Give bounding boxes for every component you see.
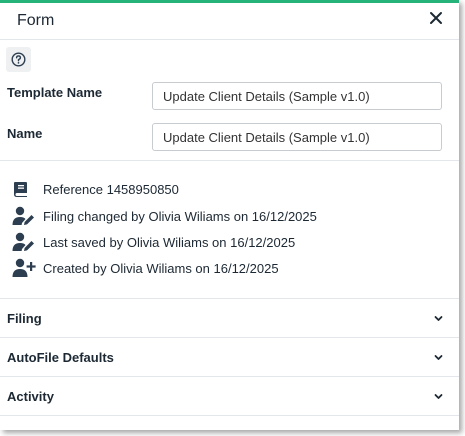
form-panel: Form Template Name Name Reference 145895…	[0, 0, 459, 430]
section-divider	[0, 415, 459, 416]
question-icon	[11, 52, 26, 67]
created-text: Created by Olivia Wiliams on 16/12/2025	[43, 260, 279, 276]
header-divider	[0, 39, 459, 40]
section-filing-label: Filing	[7, 311, 42, 326]
reference-row: Reference 1458950850	[12, 179, 179, 199]
book-icon	[12, 179, 36, 199]
created-row: Created by Olivia Wiliams on 16/12/2025	[12, 258, 279, 278]
info-divider	[0, 298, 459, 299]
name-label: Name	[7, 126, 43, 141]
user-plus-icon	[12, 258, 36, 278]
section-activity[interactable]: Activity	[0, 378, 459, 416]
close-icon[interactable]	[427, 9, 445, 27]
chevron-down-icon	[434, 316, 443, 321]
last-saved-row: Last saved by Olivia Wiliams on 16/12/20…	[12, 232, 295, 252]
section-divider	[0, 376, 459, 377]
section-filing[interactable]: Filing	[0, 300, 459, 338]
name-input[interactable]	[152, 123, 442, 151]
last-saved-text: Last saved by Olivia Wiliams on 16/12/20…	[43, 234, 296, 250]
reference-text: Reference 1458950850	[43, 181, 179, 197]
section-activity-label: Activity	[7, 389, 54, 404]
help-button[interactable]	[6, 47, 31, 72]
filing-changed-text: Filing changed by Olivia Wiliams on 16/1…	[43, 208, 317, 224]
section-autofile-label: AutoFile Defaults	[7, 350, 114, 365]
template-name-label: Template Name	[7, 85, 103, 100]
section-autofile-defaults[interactable]: AutoFile Defaults	[0, 339, 459, 377]
panel-header: Form	[0, 3, 459, 39]
filing-changed-row: Filing changed by Olivia Wiliams on 16/1…	[12, 206, 317, 226]
section-divider	[0, 337, 459, 338]
user-edit-icon	[12, 232, 36, 252]
fields-divider	[0, 160, 459, 161]
user-edit-icon	[12, 206, 36, 226]
panel-title: Form	[17, 12, 55, 29]
chevron-down-icon	[434, 394, 443, 399]
template-name-input[interactable]	[152, 82, 442, 110]
chevron-down-icon	[434, 355, 443, 360]
